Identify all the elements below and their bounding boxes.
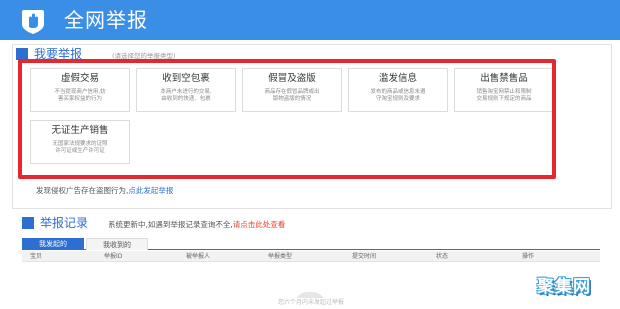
tab-initiated[interactable]: 我发起的 [22, 238, 84, 250]
infringement-text: 发现侵权广告存在盗图行为, [36, 186, 129, 195]
infringement-report-line: 发现侵权广告存在盗图行为,点此发起举报 [36, 185, 173, 196]
records-tabs: 我发起的 我收到的 [22, 238, 600, 250]
column-header: 状态 [436, 253, 449, 260]
hand-shield-icon [18, 6, 48, 36]
empty-box-icon [292, 285, 328, 298]
section-marker-icon [22, 217, 34, 229]
tab-received[interactable]: 我收到的 [86, 238, 148, 250]
records-notice-link[interactable]: 请点击此处查看 [233, 220, 286, 229]
records-empty-state: 您六个月内未发起过举报 [22, 263, 600, 309]
site-watermark: 聚集网 [537, 277, 591, 297]
records-title: 举报记录 [40, 216, 89, 230]
start-report-link[interactable]: 点此发起举报 [128, 186, 173, 195]
records-table-header: 宝贝 举报ID 被举报人 举报类型 提交时间 状态 操作 [22, 251, 600, 262]
column-header: 提交时间 [352, 253, 377, 260]
page-title: 全网举报 [64, 8, 148, 32]
records-notice: 系统更新中,如遇到举报记录查询不全,请点击此处查看 [108, 219, 285, 230]
empty-state-text: 您六个月内未发起过举报 [277, 299, 344, 306]
records-notice-text: 系统更新中,如遇到举报记录查询不全, [108, 220, 233, 229]
column-header: 宝贝 [30, 253, 43, 260]
column-header: 举报ID [104, 253, 123, 260]
top-header: 全网举报 [0, 0, 620, 40]
column-header: 举报类型 [268, 253, 293, 260]
column-header: 被举报人 [186, 253, 211, 260]
highlight-frame [18, 59, 556, 179]
column-header: 操作 [522, 253, 535, 260]
